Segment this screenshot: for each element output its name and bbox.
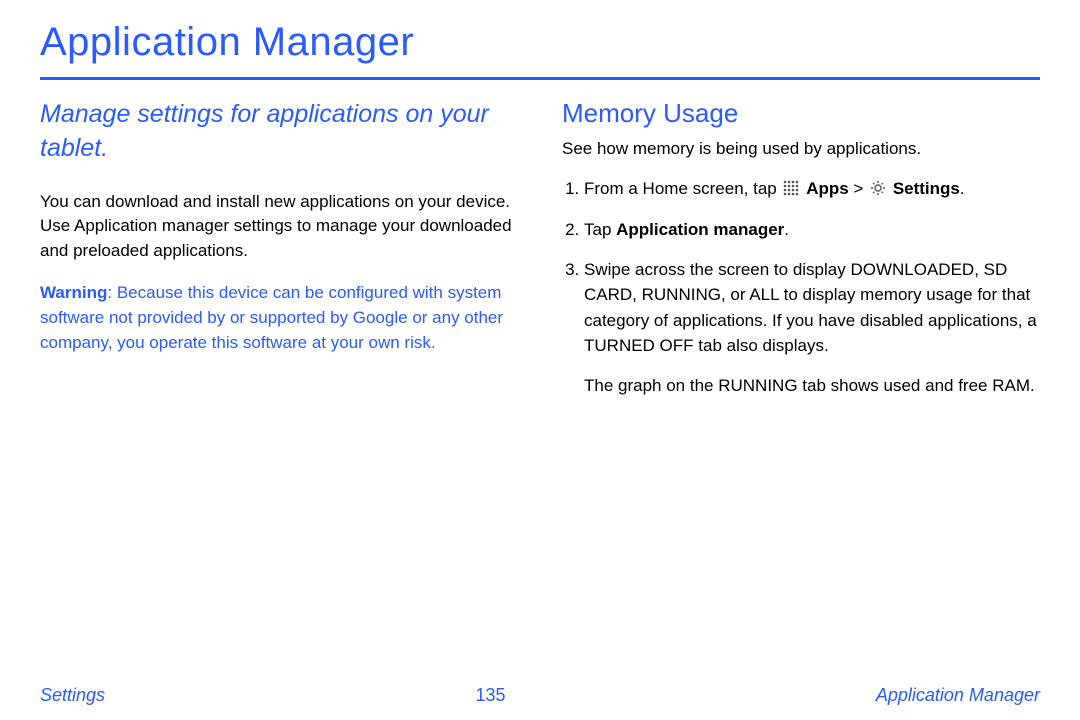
footer-right: Application Manager (876, 685, 1040, 706)
left-column: Manage settings for applications on your… (40, 98, 518, 398)
step2-post: . (784, 220, 789, 239)
step1-gt: > (849, 179, 868, 198)
step1-settings: Settings (893, 179, 960, 198)
right-column: Memory Usage See how memory is being use… (562, 98, 1040, 398)
document-page: Application Manager Manage settings for … (0, 0, 1080, 720)
step-3: Swipe across the screen to display DOWNL… (584, 257, 1040, 359)
footer-left: Settings (40, 685, 105, 706)
step1-pre: From a Home screen, tap (584, 179, 781, 198)
warning-paragraph: Warning: Because this device can be conf… (40, 281, 518, 355)
step1-apps: Apps (806, 179, 849, 198)
section-subtitle: Manage settings for applications on your… (40, 98, 518, 166)
step3-extra: The graph on the RUNNING tab shows used … (584, 373, 1040, 399)
memory-intro: See how memory is being used by applicat… (562, 137, 1040, 162)
memory-usage-heading: Memory Usage (562, 98, 1040, 129)
step1-post: . (960, 179, 965, 198)
page-title: Application Manager (40, 20, 1040, 65)
page-footer: Settings 135 Application Manager (0, 685, 1080, 706)
intro-paragraph: You can download and install new applica… (40, 190, 518, 264)
step-2: Tap Application manager. (584, 217, 1040, 243)
step2-pre: Tap (584, 220, 616, 239)
warning-body: : Because this device can be configured … (40, 283, 503, 351)
footer-page-number: 135 (475, 685, 505, 706)
settings-gear-icon (870, 178, 886, 204)
apps-grid-icon (783, 178, 799, 204)
step2-bold: Application manager (616, 220, 784, 239)
warning-label: Warning (40, 283, 107, 302)
step-1: From a Home screen, tap Apps > Settings. (584, 176, 1040, 204)
steps-list: From a Home screen, tap Apps > Settings.… (562, 176, 1040, 359)
title-rule (40, 77, 1040, 80)
columns: Manage settings for applications on your… (40, 98, 1040, 398)
